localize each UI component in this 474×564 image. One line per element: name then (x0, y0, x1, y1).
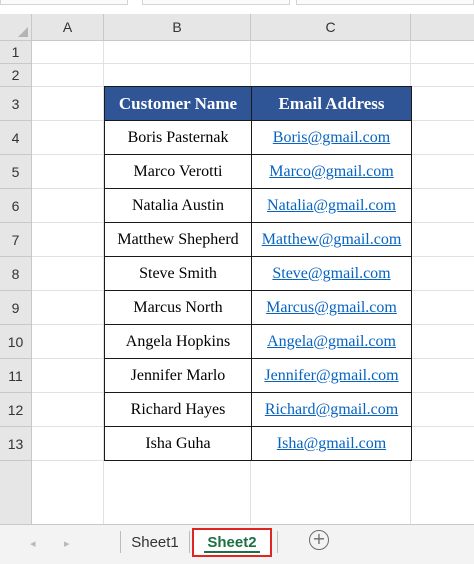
select-all-button[interactable] (0, 14, 32, 41)
add-sheet-icon[interactable]: + (309, 530, 329, 550)
email-link[interactable]: Richard@gmail.com (251, 392, 412, 427)
email-link[interactable]: Jennifer@gmail.com (251, 358, 412, 393)
row-header-7[interactable]: 7 (0, 223, 32, 257)
tab-sheet2[interactable]: Sheet2 (192, 528, 272, 557)
row-header-11[interactable]: 11 (0, 359, 32, 393)
scroll-tabs-right-icon[interactable]: ▸ (64, 537, 70, 550)
tab-divider (120, 531, 121, 553)
email-link[interactable]: Isha@gmail.com (251, 426, 412, 461)
column-header-a[interactable]: A (32, 14, 104, 41)
formula-input-edge[interactable] (142, 0, 290, 5)
table-row: Matthew Shepherd Matthew@gmail.com (104, 222, 412, 257)
email-link[interactable]: Marco@gmail.com (251, 154, 412, 189)
gridline (32, 63, 474, 64)
table-row: Boris Pasternak Boris@gmail.com (104, 120, 412, 155)
sheet-tab-bar: ◂ ▸ Sheet1 Sheet2 + (0, 524, 474, 564)
customer-name-cell[interactable]: Richard Hayes (104, 392, 252, 427)
customer-name-cell[interactable]: Angela Hopkins (104, 324, 252, 359)
table-header-row: Customer Name Email Address (104, 86, 412, 121)
customer-name-cell[interactable]: Steve Smith (104, 256, 252, 291)
row-header-13[interactable]: 13 (0, 427, 32, 461)
column-header-c[interactable]: C (251, 14, 411, 41)
email-link[interactable]: Angela@gmail.com (251, 324, 412, 359)
column-header-b[interactable]: B (104, 14, 251, 41)
customer-name-cell[interactable]: Isha Guha (104, 426, 252, 461)
scroll-tabs-left-icon[interactable]: ◂ (30, 537, 36, 550)
name-box-edge[interactable] (0, 0, 128, 5)
table-row: Natalia Austin Natalia@gmail.com (104, 188, 412, 223)
customer-name-cell[interactable]: Marco Verotti (104, 154, 252, 189)
customer-name-cell[interactable]: Matthew Shepherd (104, 222, 252, 257)
table-row: Richard Hayes Richard@gmail.com (104, 392, 412, 427)
email-link[interactable]: Marcus@gmail.com (251, 290, 412, 325)
customer-name-cell[interactable]: Boris Pasternak (104, 120, 252, 155)
table-row: Isha Guha Isha@gmail.com (104, 426, 412, 461)
header-email-address[interactable]: Email Address (251, 86, 412, 121)
formula-input-edge-right[interactable] (296, 0, 474, 5)
table-row: Marco Verotti Marco@gmail.com (104, 154, 412, 189)
row-header-6[interactable]: 6 (0, 189, 32, 223)
formula-bar-edge (0, 0, 474, 8)
table-row: Angela Hopkins Angela@gmail.com (104, 324, 412, 359)
customer-name-cell[interactable]: Jennifer Marlo (104, 358, 252, 393)
email-link[interactable]: Natalia@gmail.com (251, 188, 412, 223)
row-header-3[interactable]: 3 (0, 87, 32, 121)
email-link[interactable]: Steve@gmail.com (251, 256, 412, 291)
table-row: Marcus North Marcus@gmail.com (104, 290, 412, 325)
row-header-8[interactable]: 8 (0, 257, 32, 291)
email-link[interactable]: Boris@gmail.com (251, 120, 412, 155)
email-link[interactable]: Matthew@gmail.com (251, 222, 412, 257)
tab-divider (189, 531, 190, 553)
customer-name-cell[interactable]: Natalia Austin (104, 188, 252, 223)
header-customer-name[interactable]: Customer Name (104, 86, 252, 121)
row-header-4[interactable]: 4 (0, 121, 32, 155)
tab-divider (277, 531, 278, 553)
table-row: Jennifer Marlo Jennifer@gmail.com (104, 358, 412, 393)
row-header-5[interactable]: 5 (0, 155, 32, 189)
column-header-d[interactable] (411, 14, 474, 41)
row-header-10[interactable]: 10 (0, 325, 32, 359)
table-row: Steve Smith Steve@gmail.com (104, 256, 412, 291)
customer-name-cell[interactable]: Marcus North (104, 290, 252, 325)
row-header-blank (0, 461, 32, 524)
row-header-12[interactable]: 12 (0, 393, 32, 427)
row-header-2[interactable]: 2 (0, 64, 32, 87)
row-header-1[interactable]: 1 (0, 41, 32, 64)
tab-sheet1[interactable]: Sheet1 (124, 529, 186, 555)
customer-table: Customer Name Email Address Boris Paster… (104, 86, 412, 461)
row-header-9[interactable]: 9 (0, 291, 32, 325)
select-all-triangle-icon (18, 27, 28, 37)
